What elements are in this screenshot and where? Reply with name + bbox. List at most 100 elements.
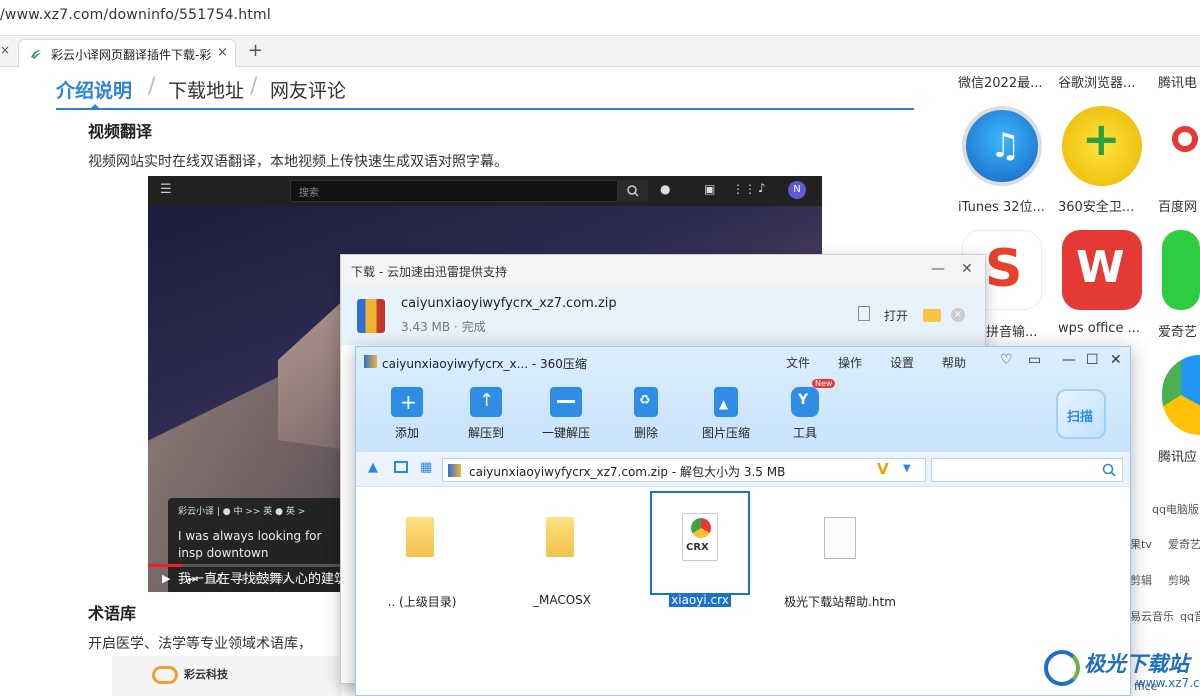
menu-settings[interactable]: 设置	[890, 354, 914, 371]
iqiyi-icon[interactable]	[1162, 230, 1200, 310]
tab-intro[interactable]: 介绍说明	[56, 76, 132, 103]
mic-icon: ●	[660, 182, 671, 196]
xz7-logo-icon	[1044, 650, 1080, 686]
v-logo-icon: V	[877, 460, 889, 478]
tab-download[interactable]: 下载地址	[168, 76, 244, 103]
sidebar-small-link[interactable]: 剪映	[1168, 572, 1190, 588]
archive-search-input[interactable]	[931, 458, 1123, 482]
folder-icon[interactable]	[923, 309, 941, 322]
app-label[interactable]: iTunes 32位...	[958, 196, 1045, 215]
play-icon: ▶	[162, 572, 171, 585]
new-badge: New	[812, 379, 836, 388]
remove-icon[interactable]: ×	[951, 308, 965, 322]
new-tab-button[interactable]: +	[248, 40, 263, 61]
minimize-button[interactable]: —	[931, 261, 945, 277]
app-label[interactable]: 爱奇艺	[1158, 321, 1197, 340]
brand-strip: 彩云科技	[112, 656, 342, 696]
sidebar-small-link[interactable]: 果tv	[1130, 536, 1152, 552]
tool-delete[interactable]: ♻ 删除	[611, 387, 681, 443]
download-file-name: caiyunxiaoyiwyfycrx_xz7.com.zip	[401, 296, 617, 311]
term-description: 开启医学、法学等专业领域术语库，	[88, 636, 312, 652]
menu-help[interactable]: 帮助	[942, 354, 966, 371]
file-item-help-htm[interactable]: 极光下载站帮助.htm	[780, 491, 900, 613]
close-button[interactable]: ✕	[1110, 352, 1122, 368]
360-security-icon[interactable]: +	[1062, 106, 1142, 186]
watermark-title: 极光下载站	[1084, 652, 1189, 676]
zip-file-icon	[448, 464, 461, 477]
sidebar-small-link[interactable]: 剪辑	[1130, 572, 1152, 588]
browser-tab[interactable]: 彩云小译网页翻译插件下载-彩 ×	[18, 39, 236, 67]
dropdown-arrow-icon[interactable]: ▼	[903, 463, 911, 474]
tab-divider: /	[250, 74, 258, 99]
tab-strip: × 彩云小译网页翻译插件下载-彩 × +	[0, 37, 1200, 67]
zip-window-title: caiyunxiaoyiwyfycrx_x... - 360压缩	[382, 357, 587, 371]
file-item-parent[interactable]: .. (上级目录)	[362, 491, 482, 613]
url-text[interactable]: /www.xz7.com/downinfo/551754.html	[0, 7, 271, 23]
folder-icon	[546, 517, 574, 557]
tencent-app-icon[interactable]	[1162, 355, 1200, 435]
wps-office-icon[interactable]: W	[1062, 230, 1142, 310]
app-label[interactable]: 拼音输...	[986, 321, 1037, 340]
address-bar[interactable]: /www.xz7.com/downinfo/551754.html	[0, 0, 1200, 36]
up-arrow-icon[interactable]: ▲	[368, 460, 378, 475]
video-time: 3:14 / 10:32	[240, 574, 289, 583]
tool-extract-to[interactable]: ↑ 解压到	[451, 387, 521, 443]
search-icon[interactable]	[1102, 463, 1116, 477]
menu-file[interactable]: 文件	[786, 354, 810, 371]
archive-path[interactable]: caiyunxiaoyiwyfycrx_xz7.com.zip - 解包大小为 …	[442, 458, 926, 482]
video-search: 搜索	[290, 180, 618, 202]
tab-close-icon[interactable]: ×	[217, 45, 228, 60]
file-item-macosx[interactable]: _MACOSX	[502, 491, 622, 613]
scan-button[interactable]: 扫描	[1056, 389, 1106, 439]
tool-add[interactable]: + 添加	[372, 387, 442, 443]
next-icon: ⏭	[188, 572, 198, 585]
menu-operate[interactable]: 操作	[838, 354, 862, 371]
tab-divider: /	[148, 74, 156, 99]
htm-file-icon	[824, 517, 856, 559]
video-heading: 视频翻译	[88, 122, 153, 141]
sidebar-small-link[interactable]: qq音	[1180, 608, 1200, 624]
tool-image-compress[interactable]: ▲ 图片压缩	[691, 387, 761, 443]
tab-caret	[90, 104, 100, 109]
camera-icon: ▣	[704, 182, 716, 196]
maximize-button[interactable]: ☐	[1086, 352, 1099, 368]
minimize-button[interactable]: —	[1062, 352, 1076, 368]
itunes-icon[interactable]: ♫	[962, 106, 1042, 186]
view-list-icon[interactable]	[394, 461, 408, 473]
app-label[interactable]: 360安全卫...	[1058, 196, 1134, 215]
skin-icon[interactable]: ♡	[1000, 352, 1013, 368]
close-icon[interactable]: ×	[0, 43, 10, 57]
close-button[interactable]: ✕	[961, 261, 973, 277]
view-grid-icon[interactable]: ▦	[420, 460, 432, 475]
app-label[interactable]: 腾讯应	[1158, 446, 1197, 465]
sidebar-link[interactable]: 谷歌浏览器...	[1058, 72, 1135, 91]
tab-title: 彩云小译网页翻译插件下载-彩	[51, 48, 211, 62]
app-label[interactable]: wps office ...	[1058, 321, 1140, 336]
one-click-extract-icon	[550, 387, 582, 417]
tool-one-click-extract[interactable]: 一键解压	[531, 387, 601, 443]
avatar: N	[788, 181, 806, 199]
tab-comments[interactable]: 网友评论	[270, 76, 346, 103]
zip-file-icon	[357, 299, 385, 333]
baidu-netdisk-icon[interactable]	[1168, 106, 1200, 186]
folder-icon	[406, 517, 434, 557]
sidebar-link[interactable]: 腾讯电	[1158, 72, 1197, 91]
document-icon[interactable]	[858, 306, 870, 321]
video-progress-fill	[148, 564, 182, 567]
bell-icon: ♪	[758, 181, 766, 195]
archive-path-text: caiyunxiaoyiwyfycrx_xz7.com.zip - 解包大小为 …	[469, 465, 786, 479]
sidebar-link[interactable]: 微信2022最...	[958, 72, 1042, 91]
sidebar-small-link[interactable]: 爱奇艺	[1168, 536, 1200, 552]
app-label[interactable]: 百度网	[1158, 196, 1197, 215]
extract-icon: ↑	[470, 387, 502, 417]
download-item[interactable]: caiyunxiaoyiwyfycrx_xz7.com.zip 3.43 MB …	[341, 287, 985, 345]
search-icon	[618, 180, 648, 202]
tool-tools[interactable]: Y New 工具	[770, 379, 840, 443]
menu-icon: ☰	[160, 182, 172, 197]
file-item-crx[interactable]: CRX xiaoyi.crx	[650, 491, 750, 613]
open-button[interactable]: 打开	[884, 307, 908, 324]
sidebar-small-link[interactable]: qq电脑版	[1152, 501, 1199, 517]
feedback-icon[interactable]: ▭	[1028, 352, 1041, 368]
sidebar-small-link[interactable]: 易云音乐	[1130, 608, 1174, 624]
recycle-icon: ♻	[634, 387, 658, 417]
